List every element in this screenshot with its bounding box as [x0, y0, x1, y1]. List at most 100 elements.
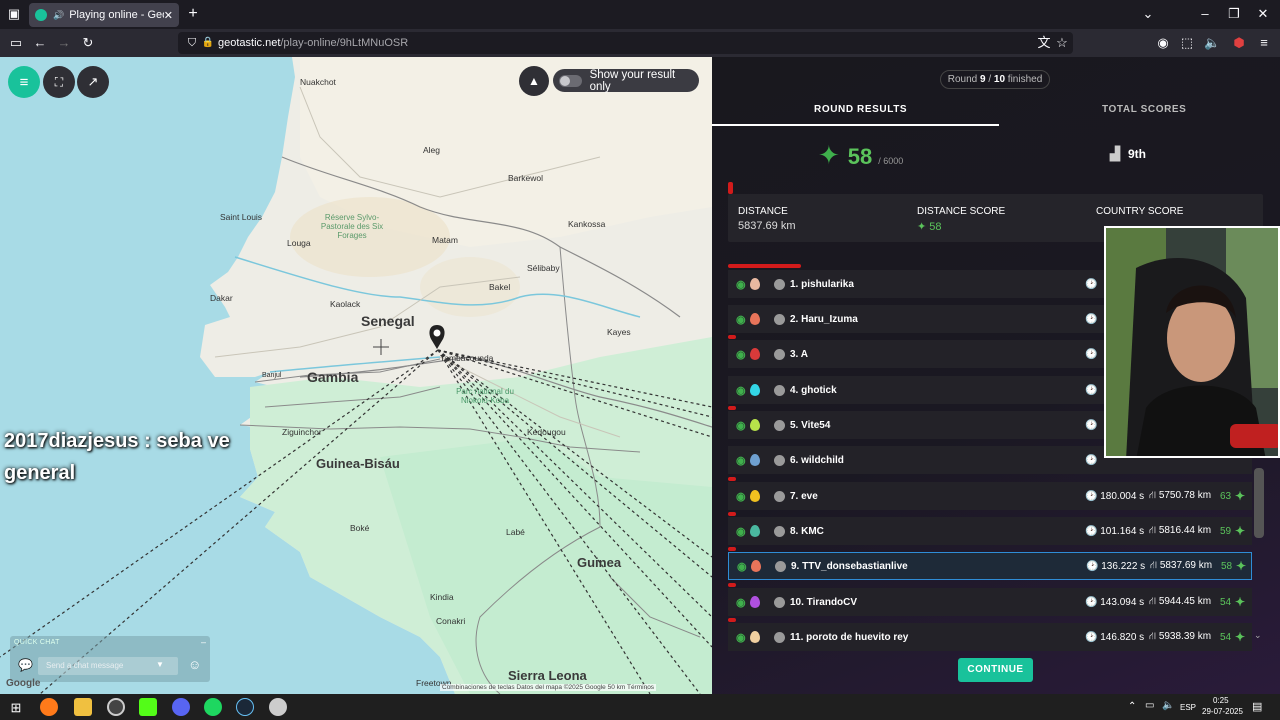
- globe-icon: [774, 313, 785, 325]
- city-label: Kédougou: [527, 427, 566, 437]
- translate-icon[interactable]: 文: [1036, 35, 1052, 51]
- account-icon[interactable]: ◉: [1155, 35, 1171, 51]
- row-accent-mark: [728, 477, 736, 481]
- view-guess-icon[interactable]: ◉: [736, 348, 746, 361]
- notifications-icon[interactable]: ▤: [1252, 700, 1262, 713]
- sidebar-icon[interactable]: ▭: [8, 35, 24, 51]
- tab-round-results[interactable]: ROUND RESULTS: [814, 104, 907, 115]
- view-guess-icon[interactable]: ◉: [737, 560, 747, 573]
- player-row[interactable]: ◉ 9. TTV_donsebastianlive 🕑 136.222 s ⛙ 583…: [728, 552, 1252, 580]
- country-label: Guinea: [577, 555, 622, 570]
- terrain-button[interactable]: ▲: [519, 66, 549, 96]
- file-explorer-icon[interactable]: [74, 698, 92, 716]
- emoji-icon[interactable]: ☺: [188, 657, 201, 672]
- view-guess-icon[interactable]: ◉: [736, 419, 746, 432]
- language-indicator[interactable]: ESP: [1180, 703, 1196, 712]
- clock-time[interactable]: 0:25: [1213, 696, 1229, 705]
- adblock-icon[interactable]: ⬢: [1231, 35, 1247, 51]
- back-icon[interactable]: ←: [32, 35, 48, 51]
- player-points: 63: [1220, 490, 1232, 502]
- url-bar[interactable]: ⛉ 🔒 geotastic.net/play-online/9hLtMNuOSR…: [178, 32, 1073, 54]
- chat-bubble-icon: 💬: [18, 658, 33, 672]
- steam-icon[interactable]: [236, 698, 254, 716]
- toggle-switch[interactable]: [559, 74, 582, 87]
- player-pin-icon: [750, 631, 760, 643]
- player-name: 3. A: [790, 348, 808, 360]
- browser-tab[interactable]: 🔊 Playing online - Geotastic ✕: [29, 3, 179, 27]
- view-guess-icon[interactable]: ◉: [736, 278, 746, 291]
- list-scrollbar[interactable]: [1254, 468, 1264, 538]
- score-value: 58: [847, 144, 873, 169]
- city-label: Matam: [432, 235, 458, 245]
- chat-dropdown-icon[interactable]: ▼: [156, 660, 164, 669]
- view-guess-icon[interactable]: ◉: [736, 384, 746, 397]
- tray-chevron-icon[interactable]: ⌃: [1128, 701, 1136, 712]
- player-distance: ⛙ 5837.69 km: [1150, 559, 1213, 571]
- player-row[interactable]: ◉ 8. KMC 🕑 101.164 s ⛙ 5816.44 km 59 ✦: [728, 517, 1252, 545]
- player-row[interactable]: ◉ 7. eve 🕑 180.004 s ⛙ 5750.78 km 63 ✦: [728, 482, 1252, 510]
- discord-icon[interactable]: [172, 698, 190, 716]
- network-icon[interactable]: ▭: [1145, 700, 1154, 711]
- menu-icon[interactable]: ≡: [1256, 35, 1272, 51]
- firefox-icon[interactable]: [40, 698, 58, 716]
- view-guess-icon[interactable]: ◉: [736, 596, 746, 609]
- player-row[interactable]: ◉ 10. TirandoCV 🕑 143.094 s ⛙ 5944.45 km 54 ✦: [728, 588, 1252, 616]
- view-guess-icon[interactable]: ◉: [736, 525, 746, 538]
- windows-start-icon[interactable]: ⊞: [8, 700, 24, 716]
- url-host: geotastic.net: [218, 37, 281, 49]
- kick-icon[interactable]: [139, 698, 157, 716]
- list-tabs-icon[interactable]: ⌄: [1140, 6, 1156, 22]
- scroll-down-icon[interactable]: ⌄: [1254, 630, 1262, 641]
- fullscreen-button[interactable]: ⛶: [43, 66, 75, 98]
- player-name: 6. wildchild: [790, 454, 844, 466]
- tab-overview-icon[interactable]: ▣: [6, 6, 22, 22]
- view-guess-icon[interactable]: ◉: [736, 313, 746, 326]
- minimize-icon[interactable]: –: [1197, 6, 1213, 22]
- speaker-icon[interactable]: 🔈: [1162, 700, 1174, 711]
- globe-icon: [774, 419, 785, 431]
- player-rank: ▟ 9th: [1110, 146, 1146, 162]
- rank-value: 9th: [1128, 147, 1146, 161]
- view-guess-icon[interactable]: ◉: [736, 454, 746, 467]
- forward-icon[interactable]: →: [56, 35, 72, 51]
- player-pin-icon: [750, 384, 760, 396]
- chat-overlay-line1: 2017diazjesus : seba ve: [4, 430, 230, 452]
- view-guess-icon[interactable]: ◉: [736, 631, 746, 644]
- clock-icon: 🕑: [1085, 278, 1098, 290]
- open-external-button[interactable]: ↗: [77, 66, 109, 98]
- player-row[interactable]: ◉ 11. poroto de huevito rey 🕑 146.820 s ⛙ 5…: [728, 623, 1252, 651]
- show-result-only-toggle[interactable]: Show your result only: [553, 69, 699, 93]
- player-points: 59: [1220, 525, 1232, 537]
- app-icon[interactable]: [269, 698, 287, 716]
- city-label: Louga: [287, 238, 311, 248]
- player-pin-icon: [750, 419, 760, 431]
- row-accent-mark: [728, 335, 736, 339]
- lock-icon[interactable]: 🔒: [200, 35, 216, 51]
- minimize-chat-icon[interactable]: –: [201, 637, 206, 647]
- globe-icon: [774, 384, 785, 396]
- distance-score-stat: DISTANCE SCORE ✦ 58: [917, 206, 1005, 233]
- maximize-icon[interactable]: ❐: [1226, 6, 1242, 22]
- player-pin-icon: [750, 278, 760, 290]
- continue-button[interactable]: CONTINUE: [958, 658, 1033, 682]
- player-points: 54: [1220, 631, 1232, 643]
- bookmark-star-icon[interactable]: ☆: [1054, 35, 1070, 51]
- tab-total-scores[interactable]: TOTAL SCORES: [1102, 104, 1186, 115]
- spotify-icon[interactable]: [204, 698, 222, 716]
- menu-button[interactable]: ≡: [8, 66, 40, 98]
- window-close-icon[interactable]: ✕: [1255, 6, 1271, 22]
- reload-icon[interactable]: ↻: [80, 35, 96, 51]
- close-tab-icon[interactable]: ✕: [164, 9, 173, 22]
- obs-icon[interactable]: [107, 698, 125, 716]
- audio-playing-icon[interactable]: 🔊: [53, 10, 64, 21]
- volume-icon[interactable]: 🔈: [1204, 35, 1220, 51]
- extensions-icon[interactable]: ⬚: [1179, 35, 1195, 51]
- map-view[interactable]: Senegal Gambia Guinea-Bisáu Guinea Sierr…: [0, 57, 712, 694]
- new-tab-icon[interactable]: +: [185, 6, 201, 22]
- view-guess-icon[interactable]: ◉: [736, 490, 746, 503]
- player-distance: ⛙ 5816.44 km: [1149, 524, 1212, 536]
- clock-icon: 🕑: [1085, 384, 1098, 396]
- clock-date[interactable]: 29-07-2025: [1202, 707, 1243, 716]
- row-accent-mark: [728, 547, 736, 551]
- tracking-protection-icon[interactable]: ⛉: [184, 35, 200, 51]
